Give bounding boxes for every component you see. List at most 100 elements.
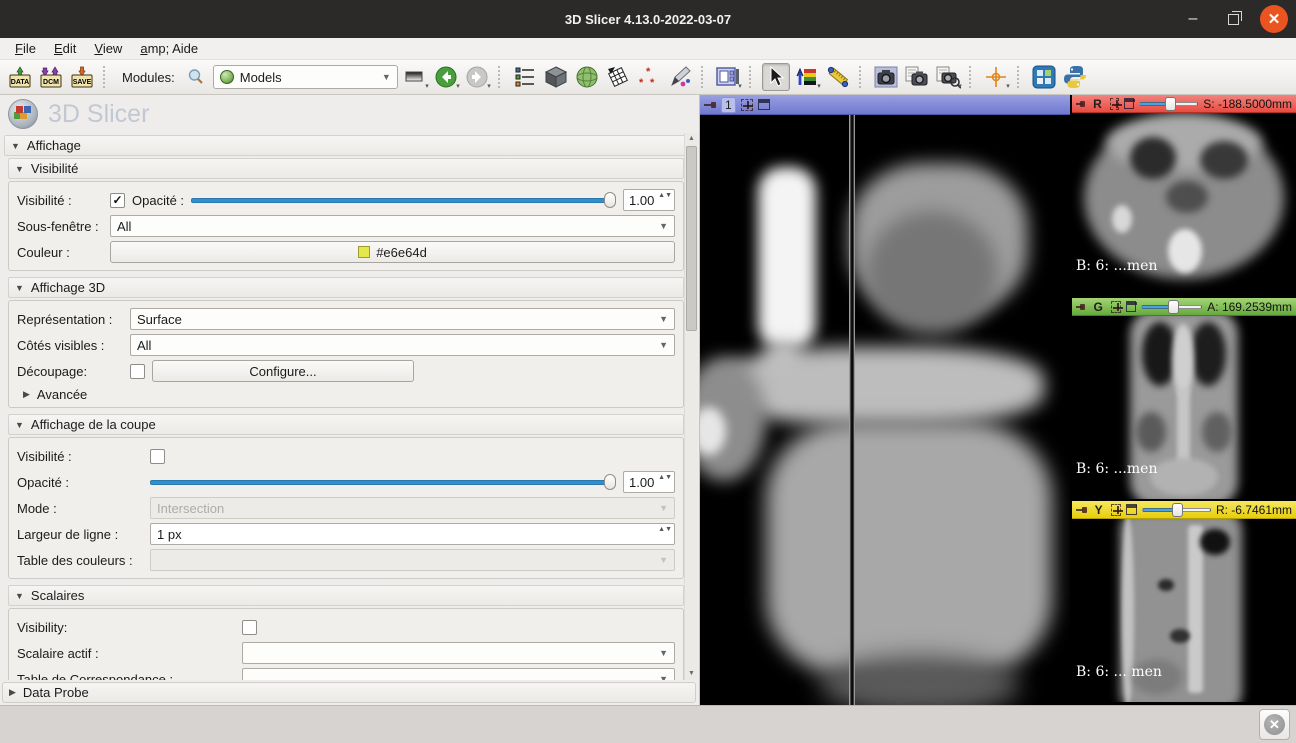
module-search-button[interactable]: [182, 63, 210, 91]
view-link-icon[interactable]: [1111, 504, 1122, 516]
view-link-icon[interactable]: [1110, 98, 1120, 110]
view-maximize-icon[interactable]: [1126, 301, 1136, 312]
active-scalar-combobox[interactable]: ▼: [242, 642, 675, 664]
view-link-icon[interactable]: [1111, 301, 1121, 313]
pin-icon[interactable]: [1076, 506, 1087, 514]
window-level-icon: [795, 65, 819, 89]
color-picker-button[interactable]: #e6e64d: [110, 241, 675, 263]
pin-icon[interactable]: [704, 101, 716, 109]
red-slice-slider[interactable]: [1139, 97, 1198, 111]
crosshair-button[interactable]: ▾: [982, 63, 1010, 91]
slice-view-yellow[interactable]: Y R: -6.7461mm B: 6: ... men: [1072, 501, 1296, 702]
menu-help[interactable]: amp; Aide: [131, 39, 207, 58]
scene-view-restore-button[interactable]: ▾: [934, 63, 962, 91]
extensions-manager-button[interactable]: [1030, 63, 1058, 91]
dicom-button[interactable]: DCM: [37, 63, 65, 91]
scene-view-restore-icon: [935, 65, 961, 89]
scene-view-capture-button[interactable]: [903, 63, 931, 91]
screenshot-button[interactable]: [872, 63, 900, 91]
module-back-button[interactable]: ▾: [432, 63, 460, 91]
view-maximize-icon[interactable]: [758, 99, 770, 110]
slice-opacity-slider[interactable]: [150, 474, 616, 490]
opacity-slider[interactable]: [191, 192, 616, 208]
scalar-visibility-checkbox[interactable]: [242, 620, 257, 635]
slider-handle[interactable]: [604, 192, 616, 208]
yellow-slice-canvas[interactable]: B: 6: ... men: [1072, 519, 1296, 702]
app-logo-row: 3D Slicer: [0, 95, 699, 133]
pin-icon[interactable]: [1076, 100, 1085, 108]
menu-edit[interactable]: Edit: [45, 39, 85, 58]
advanced-section[interactable]: ▶ Avancée: [23, 385, 675, 403]
slice-view-green[interactable]: G A: 169.2539mm B: 6: ...men: [1072, 298, 1296, 499]
maximize-button[interactable]: [1220, 6, 1246, 32]
slice-opacity-spinbox[interactable]: 1.00 ▲▼: [623, 471, 675, 493]
red-slice-offset: S: -188.5000mm: [1203, 97, 1292, 111]
scrollbar-thumb[interactable]: [686, 146, 697, 331]
visibility-checkbox[interactable]: ✓: [110, 193, 125, 208]
spin-arrows-icon[interactable]: ▲▼: [658, 473, 672, 482]
scalar-visibility-label: Visibility:: [17, 620, 235, 635]
python-console-button[interactable]: [1061, 63, 1089, 91]
annotations-button[interactable]: [666, 63, 694, 91]
opacity-spinbox[interactable]: 1.00 ▲▼: [623, 189, 675, 211]
slice-view-red[interactable]: R S: -188.5000mm B: 6: ...men: [1072, 95, 1296, 296]
save-icon: SAVE: [69, 64, 95, 90]
menu-file[interactable]: File: [6, 39, 45, 58]
section-affichage[interactable]: ▼ Affichage: [4, 135, 696, 156]
representation-combobox[interactable]: Surface ▼: [130, 308, 675, 330]
module-hierarchy-button[interactable]: [511, 63, 539, 91]
slice-visibility-checkbox[interactable]: [150, 449, 165, 464]
section-data-probe[interactable]: ▶ Data Probe: [2, 682, 696, 703]
view-maximize-icon[interactable]: [1124, 98, 1134, 109]
close-button[interactable]: ✕: [1260, 5, 1288, 33]
module-selector[interactable]: Models ▼: [213, 65, 398, 89]
view-link-icon[interactable]: [741, 99, 753, 111]
panel-scrollbar[interactable]: ▲ ▼: [684, 133, 698, 680]
adjust-window-level-button[interactable]: ▾: [793, 63, 821, 91]
markups-button[interactable]: * * *: [635, 63, 663, 91]
module-forward-button[interactable]: ▾: [463, 63, 491, 91]
models-sphere-button[interactable]: [573, 63, 601, 91]
python-icon: [1062, 64, 1088, 90]
section-coupe[interactable]: ▼ Affichage de la coupe: [8, 414, 684, 435]
section-visibilite[interactable]: ▼ Visibilité: [8, 158, 684, 179]
section-coupe-label: Affichage de la coupe: [31, 417, 156, 432]
view-3d[interactable]: 1: [700, 95, 1070, 705]
transforms-button[interactable]: [604, 63, 632, 91]
menu-view[interactable]: View: [85, 39, 131, 58]
section-affichage-3d-label: Affichage 3D: [31, 280, 105, 295]
spin-arrows-icon[interactable]: ▲▼: [658, 525, 672, 534]
view-3d-canvas[interactable]: [700, 115, 1070, 705]
section-scalaires-label: Scalaires: [31, 588, 84, 603]
error-log-button[interactable]: ✕: [1259, 709, 1290, 740]
modules-label: Modules:: [122, 70, 175, 85]
visible-sides-combobox[interactable]: All ▼: [130, 334, 675, 356]
section-affichage-3d[interactable]: ▼ Affichage 3D: [8, 277, 684, 298]
mouse-interaction-button[interactable]: [762, 63, 790, 91]
configure-clipping-button[interactable]: Configure...: [152, 360, 414, 382]
svg-text:DCM: DCM: [43, 79, 59, 86]
scroll-down-icon[interactable]: ▼: [685, 668, 698, 680]
lut-combobox[interactable]: ▼: [242, 668, 675, 680]
sample-data-cube-button[interactable]: [542, 63, 570, 91]
slider-handle[interactable]: [604, 474, 616, 490]
green-slice-slider[interactable]: [1141, 300, 1203, 314]
red-slice-canvas[interactable]: B: 6: ...men: [1072, 113, 1296, 296]
save-button[interactable]: SAVE: [68, 63, 96, 91]
module-history-button[interactable]: ▾: [401, 63, 429, 91]
layout-selector-button[interactable]: ▾: [714, 63, 742, 91]
minimize-button[interactable]: –: [1180, 6, 1206, 32]
ruler-button[interactable]: [824, 63, 852, 91]
load-data-button[interactable]: DATA: [6, 63, 34, 91]
section-scalaires[interactable]: ▼ Scalaires: [8, 585, 684, 606]
view-maximize-icon[interactable]: [1126, 504, 1137, 515]
subwindow-combobox[interactable]: All ▼: [110, 215, 675, 237]
yellow-slice-slider[interactable]: [1142, 503, 1211, 517]
line-width-spinbox[interactable]: 1 px ▲▼: [150, 523, 675, 545]
green-slice-canvas[interactable]: B: 6: ...men: [1072, 316, 1296, 499]
pin-icon[interactable]: [1076, 303, 1085, 311]
spin-arrows-icon[interactable]: ▲▼: [658, 191, 672, 200]
clipping-checkbox[interactable]: [130, 364, 145, 379]
content-area: 3D Slicer ▼ Affichage ▼ Visibilité Visib…: [0, 95, 1296, 705]
scroll-up-icon[interactable]: ▲: [685, 133, 698, 145]
